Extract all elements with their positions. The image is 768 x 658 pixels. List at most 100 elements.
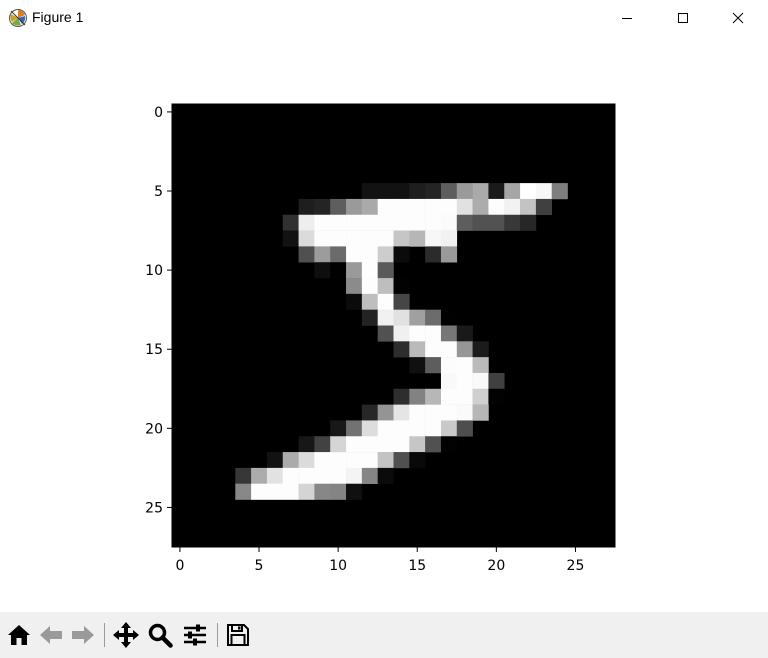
image-pixel (520, 183, 537, 200)
image-pixel (440, 357, 458, 374)
x-tick-label: 20 (487, 558, 505, 574)
image-pixel (346, 420, 363, 437)
image-pixel (330, 436, 347, 453)
image-pixel (409, 309, 426, 326)
configure-subplots-button[interactable] (180, 620, 210, 650)
image-pixel (377, 262, 394, 279)
image-pixel (409, 325, 426, 342)
image-pixel (520, 198, 537, 216)
image-pixel (361, 246, 378, 263)
image-pixel (488, 183, 505, 200)
image-pixel (440, 214, 458, 231)
image-pixel (456, 372, 473, 390)
y-tick-label: 0 (154, 105, 163, 121)
image-pixel (377, 198, 394, 216)
toolbar-separator (104, 623, 105, 647)
image-pixel (361, 309, 378, 326)
image-pixel (456, 214, 473, 231)
image-pixel (377, 452, 394, 469)
y-tick-label: 20 (145, 421, 163, 437)
image-pixel (282, 452, 299, 469)
image-pixel (314, 483, 331, 500)
y-tick-label: 25 (145, 500, 163, 516)
image-pixel (472, 357, 489, 374)
image-pixel (361, 467, 378, 485)
image-pixel (456, 325, 473, 342)
x-tick-label: 15 (408, 558, 426, 574)
image-pixel (425, 198, 442, 216)
floppy-disk-icon (227, 624, 249, 646)
image-pixel (330, 483, 347, 500)
image-pixel (330, 214, 347, 231)
image-pixel (377, 246, 394, 263)
image-pixel (409, 357, 426, 374)
zoom-button[interactable] (145, 620, 175, 650)
image-pixel (440, 436, 458, 453)
image-pixel (298, 214, 315, 231)
image-pixel (393, 420, 410, 437)
image-pixel (282, 230, 299, 247)
close-button[interactable] (711, 0, 765, 36)
close-icon (732, 12, 744, 24)
image-pixel (361, 436, 378, 453)
image-pixel (393, 309, 410, 326)
image-pixel (440, 372, 458, 390)
image-pixel (346, 278, 363, 295)
forward-button[interactable] (68, 620, 98, 650)
image-pixel (346, 467, 363, 485)
image-pixel (488, 372, 505, 390)
home-button[interactable] (4, 620, 34, 650)
arrow-left-icon (40, 626, 62, 644)
image-pixel (440, 404, 458, 421)
image-pixel (346, 246, 363, 263)
image-pixel (425, 404, 442, 421)
image-pixel (425, 230, 442, 247)
image-pixel (504, 198, 521, 216)
y-tick-label: 5 (154, 184, 163, 200)
image-pixel (456, 357, 473, 374)
figure-canvas[interactable]: 0 5 10 15 20 25 0 5 10 15 20 25 (0, 36, 768, 612)
image-pixel (456, 420, 473, 437)
image-pixel (377, 183, 394, 200)
image-pixel (330, 420, 347, 437)
image-pixel (440, 388, 458, 405)
image-pixel (425, 214, 442, 231)
image-pixel (377, 325, 394, 342)
x-tick-label: 5 (255, 558, 264, 574)
image-pixel (266, 452, 284, 469)
image-pixel (440, 246, 458, 263)
navigation-toolbar (0, 612, 768, 658)
image-pixel (472, 341, 489, 358)
image-pixel (425, 183, 442, 200)
image-pixel (504, 214, 521, 231)
image-pixel (440, 325, 458, 342)
image-pixel (488, 388, 505, 405)
image-pixel (361, 278, 378, 295)
save-button[interactable] (223, 620, 253, 650)
image-pixel (361, 452, 378, 469)
image-pixel (393, 214, 410, 231)
image-pixel (393, 325, 410, 342)
pixel-grid (172, 104, 615, 547)
image-pixel (456, 198, 473, 216)
image-pixel (314, 230, 331, 247)
image-pixel (472, 404, 489, 421)
image-pixel (456, 404, 473, 421)
minimize-button[interactable] (600, 0, 654, 36)
image-pixel (346, 436, 363, 453)
image-plot[interactable]: 0 5 10 15 20 25 0 5 10 15 20 25 (0, 36, 768, 612)
image-pixel (314, 262, 331, 279)
image-pixel (425, 436, 442, 453)
back-button[interactable] (36, 620, 66, 650)
image-pixel (314, 436, 331, 453)
image-pixel (330, 452, 347, 469)
image-pixel (346, 214, 363, 231)
pan-button[interactable] (111, 620, 141, 650)
maximize-button[interactable] (656, 0, 710, 36)
image-pixel (330, 230, 347, 247)
image-pixel (440, 420, 458, 437)
image-pixel (393, 436, 410, 453)
image-pixel (504, 183, 521, 200)
y-tick-label: 15 (145, 342, 163, 358)
image-pixel (377, 436, 394, 453)
